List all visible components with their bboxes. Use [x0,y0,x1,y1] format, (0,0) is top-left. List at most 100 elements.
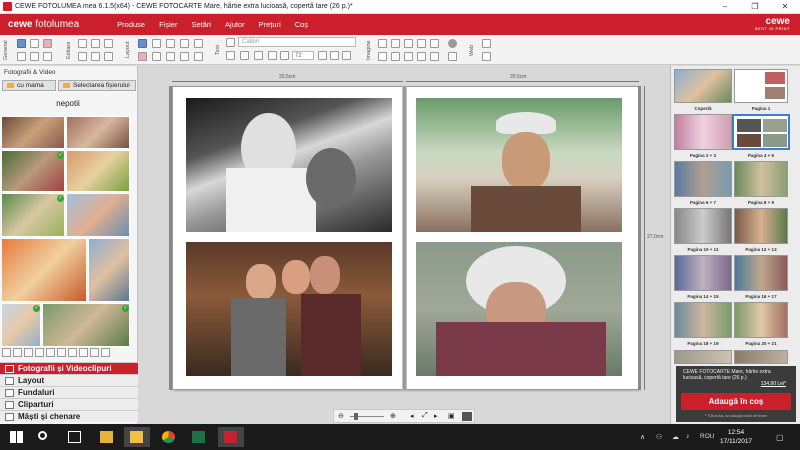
page-thumb-1[interactable] [734,69,788,103]
clock[interactable]: 12:54 17/11/2017 [720,428,752,446]
print-icon[interactable] [30,52,39,61]
maximize-button[interactable]: ❐ [740,2,770,11]
menu-fisier[interactable]: Fișier [159,20,177,29]
zoom-slider-handle[interactable] [354,413,358,420]
transparency-icon[interactable] [417,52,426,61]
page-thumb-next[interactable] [674,350,732,364]
photo-thumbnail[interactable] [66,150,130,192]
delete-icon[interactable] [104,52,113,61]
add-clipart-icon[interactable] [180,39,189,48]
next-page-icon[interactable]: ▸ [434,412,438,420]
photo-frame-old-man[interactable] [416,98,622,232]
language-indicator[interactable]: ROU [700,433,714,440]
add-photo-frame-icon[interactable] [152,39,161,48]
taskbar-excel[interactable] [186,427,212,447]
cut-icon[interactable] [104,39,113,48]
refresh-icon[interactable] [101,348,110,357]
page-thumb-4-5[interactable] [732,114,790,150]
paste-icon[interactable] [91,52,100,61]
photo-thumbnail[interactable] [88,238,130,302]
page-thumb-cover[interactable] [674,69,732,103]
page-thumb-2-3[interactable] [674,114,732,150]
order-price[interactable]: 134,90 Lei* [761,381,786,387]
taskbar-cewe-upload[interactable] [124,427,150,447]
page-thumb-20-21[interactable] [734,302,788,338]
brightness-icon[interactable] [404,52,413,61]
photo-thumbnail[interactable] [1,238,87,302]
effects-icon[interactable] [404,39,413,48]
photo-frame-family[interactable] [186,242,392,376]
align-left-icon[interactable] [152,52,161,61]
distribute-icon[interactable] [194,52,203,61]
text-style-icon[interactable] [226,38,235,47]
photo-thumbnail[interactable] [66,193,130,237]
align-center-icon[interactable] [166,52,175,61]
select-files-button[interactable]: Selectarea fișierului [58,80,136,91]
page-thumb-6-7[interactable] [674,161,732,197]
mirror-icon[interactable] [378,52,387,61]
page-thumb-8-9[interactable] [734,161,788,197]
underline-icon[interactable] [254,51,263,60]
redo-icon[interactable] [91,39,100,48]
photo-thumbnail[interactable] [1,116,65,149]
category-cliparts[interactable]: Cliparturi [0,398,138,410]
ungroup-icon[interactable] [138,52,147,61]
font-size-icon[interactable] [280,51,289,60]
taskbar-chrome[interactable] [156,427,182,447]
page-thumb-12-13[interactable] [734,208,788,244]
save-icon[interactable] [17,39,26,48]
menu-setari[interactable]: Setări [191,20,211,29]
folder-button[interactable]: cu mama [2,80,56,91]
start-button[interactable] [4,427,30,447]
preview-icon[interactable] [17,52,26,61]
fit-page-icon[interactable]: ⤢ [422,412,428,420]
hide-used-icon[interactable] [68,348,77,357]
red-eye-icon[interactable] [417,39,426,48]
page-thumb-14-15[interactable] [674,255,732,291]
view-list-icon[interactable] [35,348,44,357]
prev-page-icon[interactable]: ◂ [410,412,414,420]
volume-icon[interactable]: ♪ [686,433,690,440]
photo-thumbnail[interactable] [1,150,65,192]
menu-produse[interactable]: Produse [117,20,145,29]
settings-icon[interactable] [43,52,52,61]
text-align-right-icon[interactable] [342,51,351,60]
web-link-icon[interactable] [482,52,491,61]
task-view-button[interactable] [62,427,88,447]
view-mode-icon[interactable]: ▣ [448,412,455,420]
tray-expand-icon[interactable]: ∧ [640,433,645,441]
close-button[interactable]: ✕ [770,2,800,11]
page-thumb-next[interactable] [734,350,788,364]
border-icon[interactable] [391,52,400,61]
enhance-icon[interactable] [430,39,439,48]
add-to-cart-button[interactable]: Adaugă în coș [681,393,791,410]
sort-icon[interactable] [24,348,33,357]
frame-style-icon[interactable] [448,52,457,61]
zoom-in-icon[interactable] [13,348,22,357]
search-button[interactable] [32,427,58,447]
photo-thumbnail[interactable] [1,193,65,237]
taskbar-explorer[interactable] [94,427,120,447]
category-layout[interactable]: Layout [0,374,138,386]
bold-icon[interactable] [226,51,235,60]
photo-frame-child-bw[interactable] [186,98,392,232]
copy-icon[interactable] [78,52,87,61]
layout-grid-icon[interactable] [138,39,147,48]
overview-icon[interactable] [462,412,472,421]
page-thumb-10-11[interactable] [674,208,732,244]
menu-ajutor[interactable]: Ajutor [225,20,245,29]
font-size-select[interactable]: 72 [292,51,314,60]
category-backgrounds[interactable]: Fundaluri [0,386,138,398]
photo-thumbnail[interactable] [42,303,130,347]
rotate-icon[interactable] [391,39,400,48]
crop-icon[interactable] [378,39,387,48]
onedrive-icon[interactable]: ☁ [672,433,679,441]
menu-cos[interactable]: Coș [295,20,308,29]
category-photos-videos[interactable]: Fotografii și Videoclipuri [0,362,138,374]
text-color-icon[interactable] [268,51,277,60]
notification-icon[interactable]: ▢ [776,433,784,442]
filter-icon[interactable] [57,348,66,357]
zoom-out-icon[interactable]: ⊖ [338,412,344,420]
page-thumb-18-19[interactable] [674,302,732,338]
open-icon[interactable] [30,39,39,48]
